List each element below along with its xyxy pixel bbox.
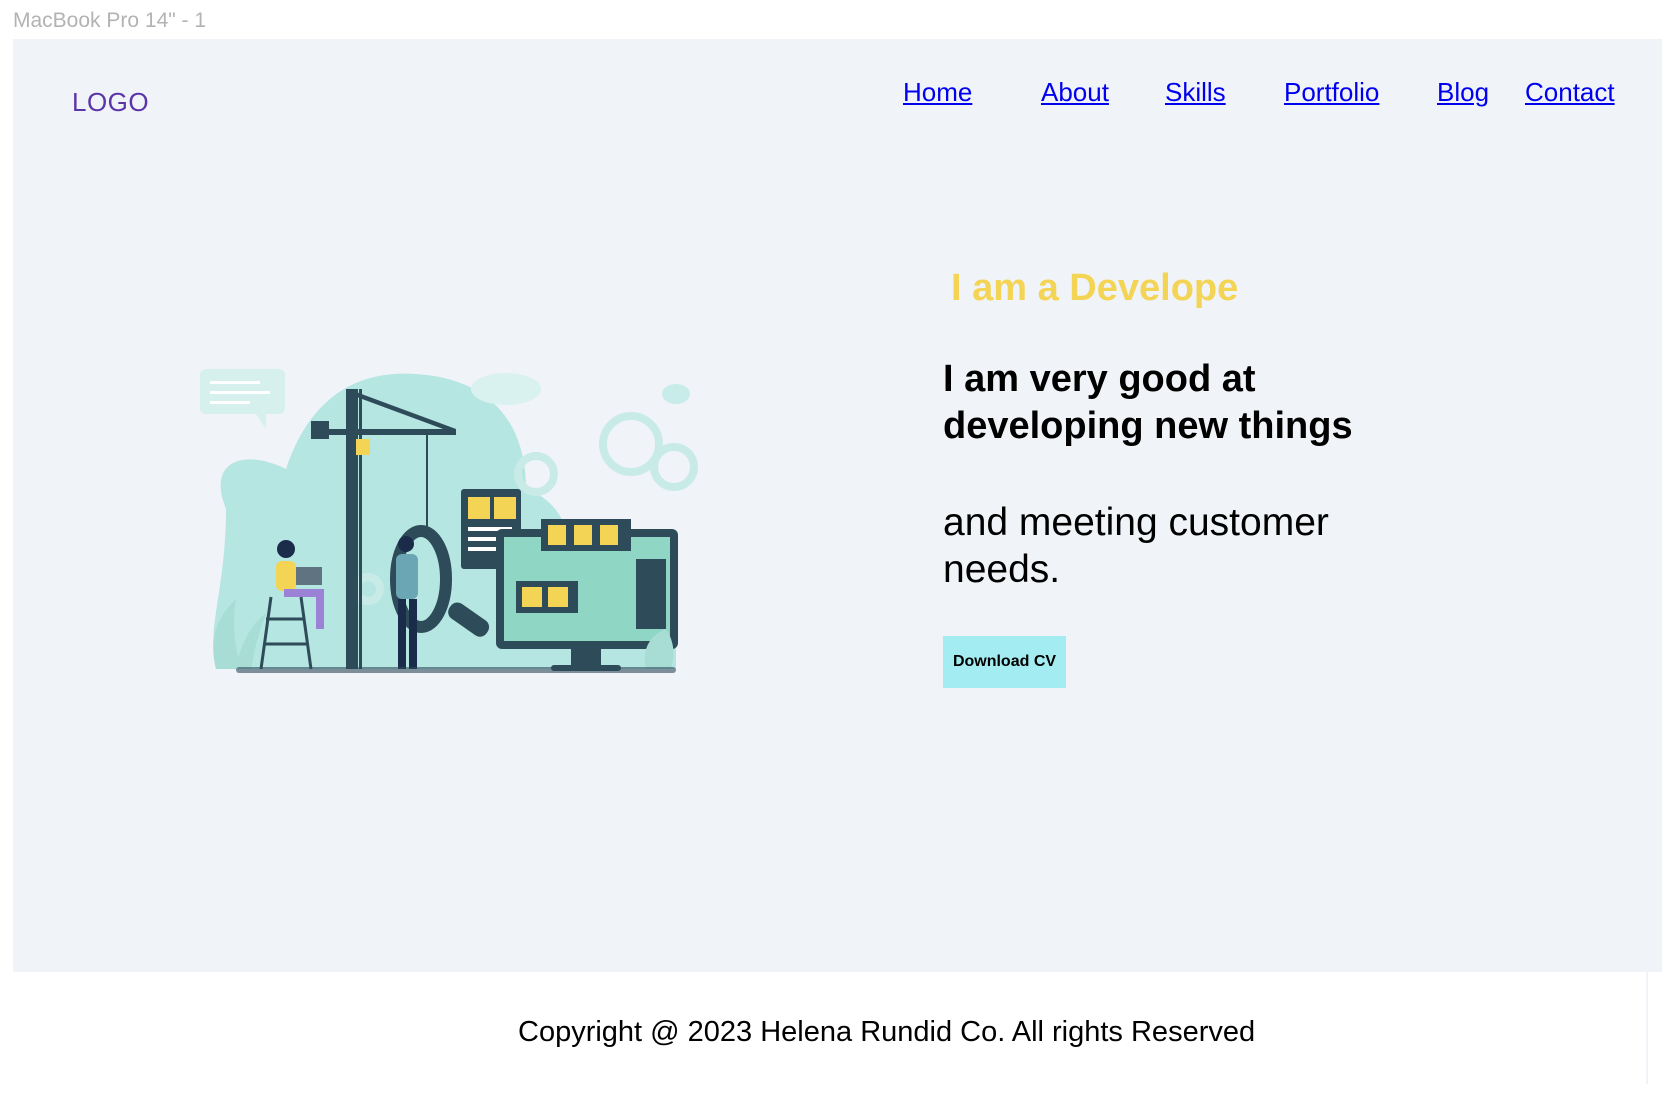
copyright-text: Copyright @ 2023 Helena Rundid Co. All r… — [518, 1016, 1256, 1048]
logo[interactable]: LOGO — [72, 87, 149, 118]
footer-divider — [1646, 972, 1648, 1084]
hero-kicker: I am a Develope — [951, 267, 1239, 309]
footer: Copyright @ 2023 Helena Rundid Co. All r… — [13, 972, 1648, 1084]
frame-label: MacBook Pro 14" - 1 — [13, 9, 207, 32]
nav-home[interactable]: Home — [903, 77, 972, 108]
nav-about[interactable]: About — [1041, 77, 1109, 108]
hero-headline: I am very good at developing new things — [943, 358, 1353, 447]
page-canvas: LOGO Home About Skills Portfolio Blog Co… — [13, 39, 1662, 972]
hero-subtext: and meeting customer needs. — [943, 501, 1329, 591]
nav-portfolio[interactable]: Portfolio — [1284, 77, 1379, 108]
speech-bubble-icon — [200, 369, 285, 429]
developer-illustration — [200, 369, 698, 673]
nav-contact[interactable]: Contact — [1525, 77, 1615, 108]
nav-blog[interactable]: Blog — [1437, 77, 1489, 108]
nav-skills[interactable]: Skills — [1165, 77, 1226, 108]
download-cv-button[interactable]: Download CV — [943, 636, 1066, 688]
